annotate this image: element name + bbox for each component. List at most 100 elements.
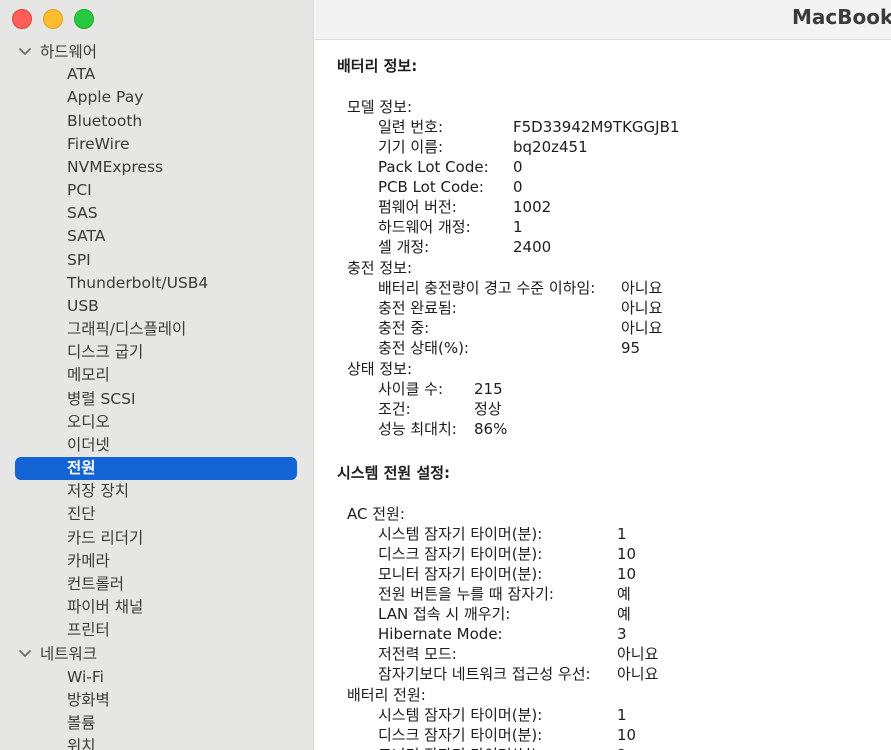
health-info-key: 조건:: [378, 400, 411, 418]
sidebar-item-카드-리더기[interactable]: 카드 리더기: [67, 527, 143, 549]
model-info-value: 0: [513, 158, 523, 176]
sidebar-item-저장-장치[interactable]: 저장 장치: [67, 480, 129, 502]
sidebar-item-병렬-scsi[interactable]: 병렬 SCSI: [67, 388, 136, 410]
charge-info-key: 충전 중:: [378, 319, 430, 337]
battery-power-value: 2: [617, 745, 627, 750]
sidebar-item-그래픽-디스플레이[interactable]: 그래픽/디스플레이: [67, 318, 186, 340]
sidebar-category-network[interactable]: 네트워크: [18, 642, 97, 664]
battery-power-key: 시스템 잠자기 타이머(분):: [378, 706, 543, 724]
battery-power-key: 모니터 잠자기 타이머(분):: [378, 745, 542, 750]
sidebar-item-방화벽[interactable]: 방화벽: [67, 689, 110, 711]
model-info-key: 펌웨어 버전:: [378, 198, 457, 216]
ac-power-value: 아니요: [617, 645, 659, 663]
sidebar-selection-highlight: [15, 456, 297, 480]
model-info-key: 일련 번호:: [378, 118, 444, 136]
battery-power-label: 배터리 전원:: [347, 686, 426, 704]
ac-power-key: 잠자기보다 네트워크 접근성 우선:: [378, 665, 591, 683]
ac-power-key: Hibernate Mode:: [378, 625, 503, 643]
sidebar-item-sas[interactable]: SAS: [67, 202, 98, 224]
ac-power-key: 전원 버튼을 누를 때 잠자기:: [378, 585, 554, 603]
ac-power-value: 10: [617, 565, 637, 583]
ac-power-value: 예: [617, 605, 631, 623]
sidebar-item-wi-fi[interactable]: Wi-Fi: [67, 666, 104, 688]
sidebar-item-usb[interactable]: USB: [67, 295, 99, 317]
model-info-key: 기기 이름:: [378, 138, 444, 156]
ac-power-key: 저전력 모드:: [378, 645, 457, 663]
sidebar-category-hardware[interactable]: 하드웨어: [18, 40, 97, 62]
section-heading-power-settings: 시스템 전원 설정:: [337, 464, 451, 482]
sidebar-item-bluetooth[interactable]: Bluetooth: [67, 110, 142, 132]
ac-power-label: AC 전원:: [347, 505, 405, 523]
sidebar-item-메모리[interactable]: 메모리: [67, 364, 110, 386]
battery-power-value: 1: [617, 706, 627, 724]
model-info-label: 모델 정보:: [347, 98, 413, 116]
sidebar-item-위치[interactable]: 위치: [67, 735, 96, 750]
sidebar-item-nvmexpress[interactable]: NVMExpress: [67, 156, 163, 178]
ac-power-key: LAN 접속 시 깨우기:: [378, 605, 511, 623]
model-info-value: 1002: [513, 198, 552, 216]
charge-info-key: 배터리 충전량이 경고 수준 이하임:: [378, 279, 596, 297]
sidebar-item-spi[interactable]: SPI: [67, 249, 91, 271]
chevron-down-icon[interactable]: [18, 44, 32, 58]
ac-power-value: 10: [617, 545, 637, 563]
sidebar-item-ata[interactable]: ATA: [67, 63, 95, 85]
sidebar-item-오디오[interactable]: 오디오: [67, 411, 110, 433]
zoom-window-button[interactable]: [74, 9, 94, 29]
minimize-window-button[interactable]: [43, 9, 63, 29]
health-info-value: 215: [474, 380, 503, 398]
title-bar: MacBook I: [315, 0, 891, 40]
health-info-label: 상태 정보:: [347, 360, 413, 378]
ac-power-key: 모니터 잠자기 타이머(분):: [378, 565, 543, 583]
charge-info-value: 95: [621, 339, 641, 357]
charge-info-value: 아니요: [621, 279, 663, 297]
sidebar-item-firewire[interactable]: FireWire: [67, 133, 130, 155]
chevron-down-icon[interactable]: [18, 646, 32, 660]
ac-power-key: 시스템 잠자기 타이머(분):: [378, 525, 543, 543]
battery-power-key: 디스크 잠자기 타이머(분):: [378, 726, 543, 744]
sidebar-item-sata[interactable]: SATA: [67, 225, 105, 247]
sidebar-item-이더넷[interactable]: 이더넷: [67, 434, 110, 456]
sidebar-item-파이버-채널[interactable]: 파이버 채널: [67, 596, 143, 618]
charge-info-value: 아니요: [621, 319, 663, 337]
model-info-value: bq20z451: [513, 138, 588, 156]
health-info-key: 성능 최대치:: [378, 420, 457, 438]
health-info-key: 사이클 수:: [378, 380, 444, 398]
section-heading-battery-info: 배터리 정보:: [337, 57, 418, 75]
model-info-key: 셀 개정:: [378, 238, 430, 256]
battery-power-value: 10: [617, 726, 637, 744]
sidebar: 하드웨어 ATA Apple Pay Bluetooth FireWire NVMExpr…: [0, 0, 314, 750]
sidebar-item-컨트롤러[interactable]: 컨트롤러: [67, 573, 124, 595]
sidebar-item-디스크-굽기[interactable]: 디스크 굽기: [67, 341, 143, 363]
sidebar-category-label: 네트워크: [40, 645, 98, 664]
sidebar-item-apple-pay[interactable]: Apple Pay: [67, 86, 143, 108]
ac-power-value: 예: [617, 585, 631, 603]
ac-power-value: 아니요: [617, 665, 659, 683]
ac-power-key: 디스크 잠자기 타이머(분):: [378, 545, 543, 563]
health-info-value: 정상: [474, 400, 502, 418]
sidebar-item-thunderbolt-usb4[interactable]: Thunderbolt/USB4: [67, 272, 208, 294]
ac-power-value: 1: [617, 525, 627, 543]
sidebar-category-label: 하드웨어: [40, 43, 98, 61]
detail-pane: MacBook I 배터리 정보: 모델 정보: 일련 번호: F5D33942M9T…: [315, 0, 891, 750]
model-info-key: PCB Lot Code:: [378, 178, 484, 196]
model-info-value: F5D33942M9TKGGJB1: [513, 118, 680, 136]
charge-info-label: 충전 정보:: [347, 259, 413, 277]
model-info-value: 2400: [513, 238, 552, 256]
charge-info-key: 충전 완료됨:: [378, 299, 457, 317]
model-info-key: 하드웨어 개정:: [378, 218, 471, 236]
close-window-button[interactable]: [12, 9, 32, 29]
model-info-value: 0: [513, 178, 523, 196]
sidebar-item-카메라[interactable]: 카메라: [67, 550, 110, 572]
sidebar-item-진단[interactable]: 진단: [67, 503, 96, 525]
charge-info-value: 아니요: [621, 299, 663, 317]
sidebar-item-전원[interactable]: 전원: [67, 457, 96, 479]
model-info-key: Pack Lot Code:: [378, 158, 489, 176]
sidebar-item-pci[interactable]: PCI: [67, 179, 92, 201]
sidebar-item-볼륨[interactable]: 볼륨: [67, 712, 96, 734]
charge-info-key: 충전 상태(%):: [378, 339, 469, 357]
window-title: MacBook I: [792, 5, 891, 29]
ac-power-value: 3: [617, 625, 627, 643]
health-info-value: 86%: [474, 420, 508, 438]
model-info-value: 1: [513, 218, 523, 236]
sidebar-item-프린터[interactable]: 프린터: [67, 619, 110, 641]
